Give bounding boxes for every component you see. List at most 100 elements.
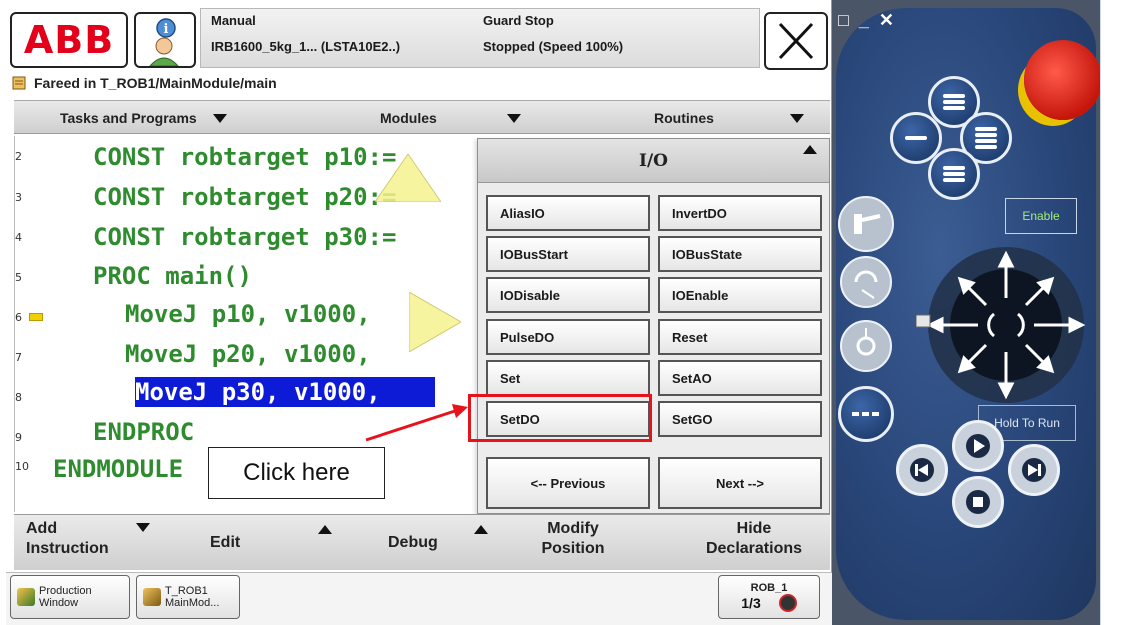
close-button[interactable] xyxy=(764,12,828,70)
line-number: 2 xyxy=(15,150,22,163)
linear-reorient-toggle-button[interactable] xyxy=(838,386,894,442)
close-icon xyxy=(778,22,814,60)
toggle-motion-mode-button[interactable] xyxy=(840,256,892,308)
add-instruction-button[interactable]: Add Instruction xyxy=(26,519,150,559)
enable-device-label[interactable]: Enable xyxy=(1005,198,1077,234)
command-bar: Add Instruction Edit Debug Modify Positi… xyxy=(14,514,830,570)
line-number: 5 xyxy=(15,271,22,284)
annotation-callout: Click here xyxy=(208,447,385,499)
tab-routines[interactable]: Routines xyxy=(654,101,804,135)
previous-button[interactable]: <-- Previous xyxy=(486,457,650,509)
instruction-invertdo[interactable]: InvertDO xyxy=(658,195,822,231)
instruction-setgo[interactable]: SetGO xyxy=(658,401,822,437)
mechanical-unit-label: ROB_1 xyxy=(750,582,788,594)
selected-code-line[interactable]: MoveJ p30, v1000, xyxy=(135,377,436,407)
instruction-pulsedo[interactable]: PulseDO xyxy=(486,319,650,355)
instruction-ioenable[interactable]: IOEnable xyxy=(658,277,822,313)
abb-menu-button[interactable]: ABB xyxy=(10,12,128,68)
instruction-aliasio[interactable]: AliasIO xyxy=(486,195,650,231)
start-button[interactable] xyxy=(952,420,1004,472)
chevron-down-icon xyxy=(506,113,521,123)
stop-button[interactable] xyxy=(952,476,1004,528)
code-line[interactable]: CONST robtarget p20:= xyxy=(93,182,396,212)
io-panel-header[interactable]: I/O xyxy=(478,139,829,183)
minimize-window-icon[interactable]: _ xyxy=(859,10,869,31)
taskbar-label: Window xyxy=(39,597,79,609)
programmable-key-4[interactable] xyxy=(928,148,980,200)
tab-label: Tasks and Programs xyxy=(60,110,197,126)
step-backward-button[interactable] xyxy=(896,444,948,496)
instruction-iobusstart[interactable]: IOBusStart xyxy=(486,236,650,272)
chevron-down-icon xyxy=(136,523,150,532)
event-log-button[interactable]: i xyxy=(134,12,196,68)
modify-position-label: Modify Position xyxy=(541,520,605,557)
step-forward-button[interactable] xyxy=(1008,444,1060,496)
instruction-set[interactable]: Set xyxy=(486,360,650,396)
debug-label: Debug xyxy=(388,534,438,551)
code-line[interactable]: ENDPROC xyxy=(93,417,194,447)
chevron-down-icon xyxy=(212,113,227,123)
line-number: 7 xyxy=(15,351,22,364)
close-window-icon[interactable]: ✕ xyxy=(879,10,894,31)
code-line[interactable]: MoveJ p20, v1000, xyxy=(125,339,385,369)
code-line[interactable]: CONST robtarget p10:= xyxy=(93,142,396,172)
enable-label-text: Enable xyxy=(1022,209,1060,223)
line-number: 8 xyxy=(15,391,22,404)
code-line[interactable]: MoveJ p10, v1000, xyxy=(125,299,385,329)
breadcrumb: Fareed in T_ROB1/MainModule/main xyxy=(12,72,822,94)
background-window-strip xyxy=(1100,0,1124,625)
chevron-up-icon[interactable] xyxy=(803,145,817,154)
status-area[interactable]: Manual IRB1600_5kg_1... (LSTA10E2..) Gua… xyxy=(200,8,952,68)
line-number: 9 xyxy=(15,431,22,444)
instruction-iodisable[interactable]: IODisable xyxy=(486,277,650,313)
emergency-stop-button[interactable] xyxy=(1024,40,1102,120)
scroll-up-indicator-icon xyxy=(375,154,441,202)
app-window: ABB i Manual IRB1600_5kg_1... (LSTA10E2.… xyxy=(0,0,1124,625)
hide-declarations-label: Hide Declarations xyxy=(705,520,803,557)
code-line[interactable]: ENDMODULE xyxy=(53,454,183,484)
joystick[interactable] xyxy=(916,240,1096,410)
taskbar: Production Window T_ROB1 MainMod... ROB_1 … xyxy=(6,572,832,625)
production-window-button[interactable]: Production Window xyxy=(10,575,130,619)
program-editor-icon xyxy=(143,588,161,606)
program-editor-icon xyxy=(12,76,26,90)
taskbar-label: T_ROB1 xyxy=(165,585,208,597)
modify-position-button[interactable]: Modify Position xyxy=(518,519,628,559)
flexpendant-screen: ABB i Manual IRB1600_5kg_1... (LSTA10E2.… xyxy=(0,0,952,625)
program-pointer-icon xyxy=(29,313,43,321)
dashes-icon xyxy=(852,412,879,416)
system-name: IRB1600_5kg_1... (LSTA10E2..) xyxy=(211,39,401,54)
line-number: 3 xyxy=(15,191,22,204)
play-icon xyxy=(966,434,990,458)
increment-indicator: 1/3 xyxy=(741,595,761,611)
code-line[interactable]: PROC main() xyxy=(93,261,252,291)
tab-modules[interactable]: Modules xyxy=(380,101,521,135)
edit-label: Edit xyxy=(210,534,241,551)
next-button[interactable]: Next --> xyxy=(658,457,822,509)
tab-tasks-and-programs[interactable]: Tasks and Programs xyxy=(60,101,227,135)
debug-button[interactable]: Debug xyxy=(388,533,438,553)
instruction-reset[interactable]: Reset xyxy=(658,319,822,355)
hold-to-run-text: Hold To Run xyxy=(994,416,1060,430)
edit-button[interactable]: Edit xyxy=(210,533,240,553)
chevron-up-icon xyxy=(474,525,488,534)
line-number: 4 xyxy=(15,231,22,244)
editor-tab-bar: Tasks and Programs Modules Routines xyxy=(14,100,830,134)
restore-window-icon[interactable]: □ xyxy=(838,10,849,31)
quickset-button[interactable]: ROB_1 1/3 xyxy=(718,575,820,619)
operating-mode: Manual xyxy=(211,13,256,28)
increment-icon xyxy=(856,328,876,356)
select-mechanical-unit-button[interactable] xyxy=(838,196,894,252)
window-controls: □ _ ✕ xyxy=(838,10,894,31)
program-editor-taskbar-button[interactable]: T_ROB1 MainMod... xyxy=(136,575,240,619)
instruction-setao[interactable]: SetAO xyxy=(658,360,822,396)
robot-arm-icon xyxy=(854,214,881,234)
operator-info-icon: i xyxy=(148,18,180,67)
io-instruction-panel: I/O AliasIO InvertDO IOBusStart IOBusSta… xyxy=(477,138,830,514)
code-line[interactable]: CONST robtarget p30:= xyxy=(93,222,396,252)
hide-declarations-button[interactable]: Hide Declarations xyxy=(694,519,814,559)
hamburger-icon xyxy=(943,166,965,182)
instruction-iobusstate[interactable]: IOBusState xyxy=(658,236,822,272)
toggle-increment-button[interactable] xyxy=(840,320,892,372)
speed-icon xyxy=(778,594,797,612)
